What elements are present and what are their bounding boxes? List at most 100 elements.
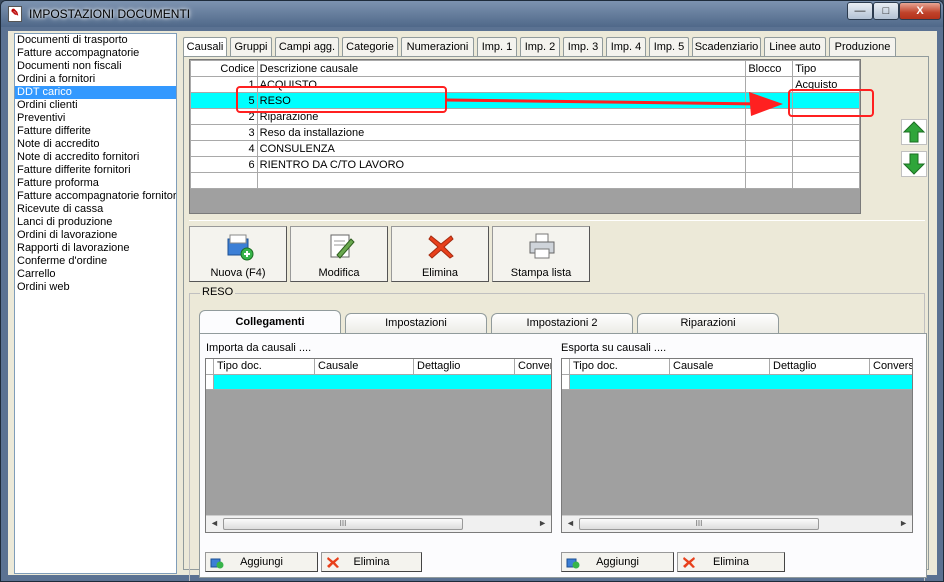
- edit-button[interactable]: Modifica: [290, 226, 388, 282]
- export-add-button[interactable]: Aggiungi: [561, 552, 674, 572]
- doc-list-item[interactable]: Fatture differite fornitori: [15, 164, 176, 177]
- import-add-button[interactable]: Aggiungi: [205, 552, 318, 572]
- import-col-tipo-doc[interactable]: Tipo doc.: [214, 359, 315, 375]
- subtab-collegamenti[interactable]: Collegamenti: [199, 310, 341, 334]
- delete-button[interactable]: Elimina: [391, 226, 489, 282]
- doc-list-item[interactable]: Rapporti di lavorazione: [15, 242, 176, 255]
- doc-list-item[interactable]: DDT carico: [15, 86, 176, 99]
- subtab-riparazioni[interactable]: Riparazioni: [637, 313, 779, 333]
- doc-list-item[interactable]: Fatture proforma: [15, 177, 176, 190]
- causale-cell-tipo[interactable]: [792, 140, 860, 157]
- tab-imp-5[interactable]: Imp. 5: [649, 37, 689, 57]
- causale-cell-blocco[interactable]: [745, 92, 794, 109]
- scroll-right-icon[interactable]: ►: [899, 518, 908, 528]
- causale-row[interactable]: 6 RIENTRO DA C/TO LAVORO: [190, 156, 860, 173]
- doc-list-item[interactable]: Carrello: [15, 268, 176, 281]
- print-list-button[interactable]: Stampa lista: [492, 226, 590, 282]
- tab-categorie[interactable]: Categorie: [342, 37, 398, 57]
- causale-row[interactable]: 3 Reso da installazione: [190, 124, 860, 141]
- import-grid-row[interactable]: [206, 375, 551, 390]
- causale-cell-blocco[interactable]: [745, 76, 794, 93]
- minimize-button[interactable]: —: [847, 2, 873, 20]
- scroll-left-icon[interactable]: ◄: [210, 518, 219, 528]
- document-type-list[interactable]: Documenti di trasporto Fatture accompagna…: [14, 33, 177, 574]
- tab-gruppi[interactable]: Gruppi: [230, 37, 272, 57]
- causale-cell-code[interactable]: [190, 172, 258, 189]
- causale-cell-desc[interactable]: RIENTRO DA C/TO LAVORO: [256, 156, 747, 173]
- import-col-conversione[interactable]: Conver: [515, 359, 551, 375]
- export-grid[interactable]: Tipo doc. Causale Dettaglio Conversi ◄ I…: [561, 358, 913, 533]
- causale-cell-code[interactable]: 4: [190, 140, 258, 157]
- causale-row[interactable]: [190, 172, 860, 189]
- tab-imp-3[interactable]: Imp. 3: [563, 37, 603, 57]
- export-grid-row[interactable]: [562, 375, 912, 390]
- tab-scadenziario[interactable]: Scadenziario: [692, 37, 761, 57]
- import-grid[interactable]: Tipo doc. Causale Dettaglio Conver ◄ III…: [205, 358, 552, 533]
- subtab-impostazioni[interactable]: Impostazioni: [345, 313, 487, 333]
- doc-list-item[interactable]: Note di accredito fornitori: [15, 151, 176, 164]
- tab-imp-2[interactable]: Imp. 2: [520, 37, 560, 57]
- move-down-button[interactable]: [901, 151, 927, 177]
- subtab-impostazioni-2[interactable]: Impostazioni 2: [491, 313, 633, 333]
- doc-list-item[interactable]: Ordini web: [15, 281, 176, 294]
- tab-produzione[interactable]: Produzione: [829, 37, 896, 57]
- tab-imp-1[interactable]: Imp. 1: [477, 37, 517, 57]
- causale-cell-blocco[interactable]: [745, 124, 794, 141]
- export-col-dettaglio[interactable]: Dettaglio: [770, 359, 870, 375]
- causale-cell-desc[interactable]: Reso da installazione: [256, 124, 747, 141]
- causale-cell-desc[interactable]: CONSULENZA: [256, 140, 747, 157]
- maximize-button[interactable]: □: [873, 2, 899, 20]
- doc-list-item[interactable]: Documenti di trasporto: [15, 34, 176, 47]
- causale-row[interactable]: 4 CONSULENZA: [190, 140, 860, 157]
- doc-list-item[interactable]: Ordini clienti: [15, 99, 176, 112]
- close-button[interactable]: X: [899, 2, 941, 20]
- header-codice[interactable]: Codice: [190, 60, 258, 77]
- header-tipo[interactable]: Tipo: [792, 60, 860, 77]
- tab-campi-agg[interactable]: Campi agg.: [275, 37, 339, 57]
- tab-causali[interactable]: Causali: [183, 37, 227, 58]
- export-remove-button[interactable]: Elimina: [677, 552, 785, 572]
- scroll-left-icon[interactable]: ◄: [566, 518, 575, 528]
- scroll-thumb[interactable]: III: [579, 518, 819, 530]
- doc-list-item[interactable]: Conferme d'ordine: [15, 255, 176, 268]
- new-button[interactable]: Nuova (F4): [189, 226, 287, 282]
- export-col-causale[interactable]: Causale: [670, 359, 770, 375]
- causale-cell-blocco[interactable]: [745, 172, 794, 189]
- doc-list-item[interactable]: Lanci di produzione: [15, 216, 176, 229]
- import-col-causale[interactable]: Causale: [315, 359, 414, 375]
- causale-cell-blocco[interactable]: [745, 108, 794, 125]
- causale-cell-blocco[interactable]: [745, 156, 794, 173]
- doc-list-item[interactable]: Preventivi: [15, 112, 176, 125]
- header-descrizione[interactable]: Descrizione causale: [256, 60, 747, 77]
- scroll-thumb[interactable]: III: [223, 518, 463, 530]
- doc-list-item[interactable]: Ordini a fornitori: [15, 73, 176, 86]
- tab-numerazioni[interactable]: Numerazioni: [401, 37, 474, 57]
- causale-cell-code[interactable]: 6: [190, 156, 258, 173]
- doc-list-item[interactable]: Ordini di lavorazione: [15, 229, 176, 242]
- tab-imp-4[interactable]: Imp. 4: [606, 37, 646, 57]
- doc-list-item[interactable]: Fatture differite: [15, 125, 176, 138]
- doc-list-item[interactable]: Note di accredito: [15, 138, 176, 151]
- doc-list-item[interactable]: Documenti non fiscali: [15, 60, 176, 73]
- causale-cell-code[interactable]: 3: [190, 124, 258, 141]
- export-hscrollbar[interactable]: ◄ III ►: [562, 515, 912, 532]
- doc-list-item[interactable]: Fatture accompagnatorie: [15, 47, 176, 60]
- header-blocco[interactable]: Blocco: [745, 60, 794, 77]
- causale-cell-desc[interactable]: [256, 172, 747, 189]
- scroll-right-icon[interactable]: ►: [538, 518, 547, 528]
- tab-linee-auto[interactable]: Linee auto: [764, 37, 826, 57]
- doc-list-item[interactable]: Ricevute di cassa: [15, 203, 176, 216]
- causale-cell-blocco[interactable]: [745, 140, 794, 157]
- title-bar[interactable]: ✎ IMPOSTAZIONI DOCUMENTI — □ X: [1, 1, 943, 27]
- import-col-dettaglio[interactable]: Dettaglio: [414, 359, 515, 375]
- move-up-button[interactable]: [901, 119, 927, 145]
- causale-cell-tipo[interactable]: [792, 156, 860, 173]
- export-col-conversione[interactable]: Conversi: [870, 359, 912, 375]
- doc-list-item[interactable]: Fatture accompagnatorie fornitori: [15, 190, 176, 203]
- export-col-tipo-doc[interactable]: Tipo doc.: [570, 359, 670, 375]
- causale-cell-tipo[interactable]: [792, 172, 860, 189]
- import-hscrollbar[interactable]: ◄ III ►: [206, 515, 551, 532]
- causale-cell-tipo[interactable]: [792, 124, 860, 141]
- causali-grid[interactable]: Codice Descrizione causale Blocco Tipo 1…: [189, 59, 861, 214]
- import-remove-button[interactable]: Elimina: [321, 552, 422, 572]
